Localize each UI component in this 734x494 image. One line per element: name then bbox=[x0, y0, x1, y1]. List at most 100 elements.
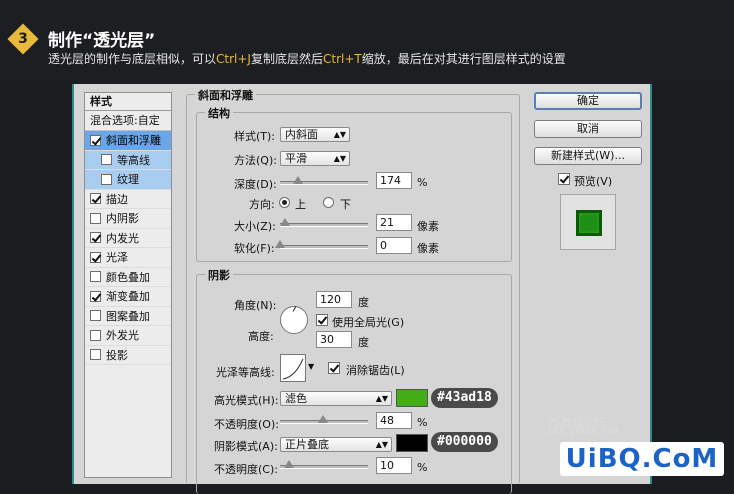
slider-thumb[interactable] bbox=[293, 176, 303, 184]
ok-button[interactable]: 确定 bbox=[534, 92, 642, 110]
style-item-bevel-emboss[interactable]: 斜面和浮雕 bbox=[85, 131, 171, 151]
depth-slider[interactable] bbox=[280, 176, 368, 185]
checkbox-icon[interactable] bbox=[90, 271, 101, 283]
shadow-opacity-label: 不透明度(C): bbox=[214, 463, 278, 476]
checkbox-icon[interactable] bbox=[90, 212, 101, 224]
bevel-style-select[interactable]: 内斜面 ▲▼ bbox=[280, 127, 350, 142]
slider-thumb[interactable] bbox=[280, 218, 290, 226]
angle-dial[interactable] bbox=[280, 306, 308, 334]
step-number: 3 bbox=[18, 31, 28, 47]
style-item-stroke[interactable]: 描边 bbox=[85, 190, 171, 209]
direction-down-radio[interactable] bbox=[323, 197, 334, 208]
checkbox-icon[interactable] bbox=[90, 329, 101, 341]
highlight-color-swatch[interactable] bbox=[396, 389, 428, 407]
soften-label: 软化(F): bbox=[234, 242, 275, 255]
style-preview bbox=[560, 194, 616, 250]
style-item-gradient-overlay[interactable]: 渐变叠加 bbox=[85, 287, 171, 307]
antialias-label: 消除锯齿(L) bbox=[346, 364, 405, 377]
soften-unit: 像素 bbox=[417, 242, 439, 255]
style-item-inner-glow[interactable]: 内发光 bbox=[85, 229, 171, 248]
style-item-satin[interactable]: 光泽 bbox=[85, 248, 171, 268]
forum-url-watermark: BBS.16XX8.COM bbox=[548, 427, 619, 437]
altitude-unit: 度 bbox=[358, 336, 369, 349]
preview-checkbox[interactable] bbox=[558, 173, 570, 185]
checkbox-icon[interactable] bbox=[90, 310, 101, 322]
checkbox-icon[interactable] bbox=[90, 134, 101, 146]
size-slider[interactable] bbox=[280, 218, 368, 227]
updown-arrow-icon: ▲▼ bbox=[333, 130, 346, 139]
style-item-pattern-overlay[interactable]: 图案叠加 bbox=[85, 307, 171, 326]
bevel-emboss-title: 斜面和浮雕 bbox=[195, 87, 256, 103]
preview-thumbnail bbox=[576, 210, 602, 236]
direction-label: 方向: bbox=[249, 198, 275, 211]
step-description: 透光层的制作与底层相似，可以Ctrl+J复制底层然后Ctrl+T缩放，最后在对其… bbox=[48, 52, 566, 66]
direction-up-label: 上 bbox=[295, 198, 306, 211]
highlight-opacity-unit: % bbox=[417, 416, 428, 429]
highlight-mode-select[interactable]: 滤色 ▲▼ bbox=[280, 391, 392, 406]
checkbox-icon[interactable] bbox=[101, 154, 112, 166]
checkbox-icon[interactable] bbox=[90, 290, 101, 302]
shadow-opacity-slider[interactable] bbox=[280, 460, 368, 469]
blending-options-item[interactable]: 混合选项:自定 bbox=[85, 111, 171, 131]
shadow-opacity-input[interactable]: 10 bbox=[376, 457, 412, 474]
antialias-checkbox[interactable] bbox=[328, 362, 340, 374]
updown-arrow-icon: ▲▼ bbox=[375, 394, 388, 403]
size-unit: 像素 bbox=[417, 220, 439, 233]
step-title: 制作“透光层” bbox=[48, 31, 156, 51]
direction-down-label: 下 bbox=[340, 198, 351, 211]
updown-arrow-icon: ▲▼ bbox=[333, 154, 346, 163]
tutorial-header: 3 制作“透光层” 透光层的制作与底层相似，可以Ctrl+J复制底层然后Ctrl… bbox=[0, 0, 734, 84]
soften-input[interactable]: 0 bbox=[376, 237, 412, 254]
angle-unit: 度 bbox=[358, 296, 369, 309]
soften-slider[interactable] bbox=[275, 240, 368, 249]
angle-label: 角度(N): bbox=[234, 299, 277, 312]
shadow-hex-tag: #000000 bbox=[431, 432, 498, 452]
styles-header[interactable]: 样式 bbox=[85, 93, 171, 111]
style-item-texture[interactable]: 纹理 bbox=[85, 170, 171, 190]
preview-label: 预览(V) bbox=[574, 175, 613, 188]
highlight-opacity-label: 不透明度(O): bbox=[214, 418, 279, 431]
contour-curve-icon bbox=[282, 358, 304, 380]
angle-input[interactable]: 120 bbox=[316, 291, 352, 308]
checkbox-icon[interactable] bbox=[101, 173, 112, 185]
altitude-input[interactable]: 30 bbox=[316, 331, 352, 348]
slider-thumb[interactable] bbox=[284, 460, 294, 468]
shading-title: 阴影 bbox=[205, 267, 233, 283]
shadow-mode-label: 阴影模式(A): bbox=[214, 440, 278, 453]
technique-select[interactable]: 平滑 ▲▼ bbox=[280, 151, 350, 166]
style-label: 样式(T): bbox=[234, 130, 276, 143]
highlight-mode-label: 高光模式(H): bbox=[214, 394, 279, 407]
slider-thumb[interactable] bbox=[318, 415, 328, 423]
highlight-opacity-slider[interactable] bbox=[280, 415, 368, 424]
checkbox-icon[interactable] bbox=[90, 251, 101, 263]
direction-up-radio[interactable] bbox=[279, 197, 290, 208]
gloss-contour-label: 光泽等高线: bbox=[216, 366, 275, 379]
size-label: 大小(Z): bbox=[234, 220, 276, 233]
gloss-contour-picker[interactable] bbox=[280, 354, 306, 382]
style-item-contour[interactable]: 等高线 bbox=[85, 150, 171, 170]
shadow-mode-select[interactable]: 正片叠底 ▲▼ bbox=[280, 437, 392, 452]
site-logo: UiBQ.CoM bbox=[560, 442, 724, 476]
style-item-inner-shadow[interactable]: 内阴影 bbox=[85, 209, 171, 229]
updown-arrow-icon: ▲▼ bbox=[375, 440, 388, 449]
style-item-color-overlay[interactable]: 颜色叠加 bbox=[85, 268, 171, 287]
structure-title: 结构 bbox=[205, 105, 233, 121]
global-light-label: 使用全局光(G) bbox=[332, 316, 405, 329]
method-label: 方法(Q): bbox=[234, 154, 277, 167]
style-item-outer-glow[interactable]: 外发光 bbox=[85, 326, 171, 346]
new-style-button[interactable]: 新建样式(W)... bbox=[534, 147, 642, 165]
shadow-color-swatch[interactable] bbox=[396, 434, 428, 452]
checkbox-icon[interactable] bbox=[90, 349, 101, 361]
contour-dropdown-icon[interactable]: ▼ bbox=[308, 362, 314, 371]
global-light-checkbox[interactable] bbox=[316, 314, 328, 326]
size-input[interactable]: 21 bbox=[376, 214, 412, 231]
highlight-opacity-input[interactable]: 48 bbox=[376, 412, 412, 429]
style-item-drop-shadow[interactable]: 投影 bbox=[85, 346, 171, 365]
checkbox-icon[interactable] bbox=[90, 193, 101, 205]
altitude-label: 高度: bbox=[248, 330, 274, 343]
styles-list: 样式 混合选项:自定 斜面和浮雕 等高线 纹理 描边 内阴影 内发光 光泽 颜色… bbox=[84, 92, 172, 478]
slider-thumb[interactable] bbox=[275, 240, 285, 248]
cancel-button[interactable]: 取消 bbox=[534, 120, 642, 138]
depth-input[interactable]: 174 bbox=[376, 172, 412, 189]
checkbox-icon[interactable] bbox=[90, 232, 101, 244]
